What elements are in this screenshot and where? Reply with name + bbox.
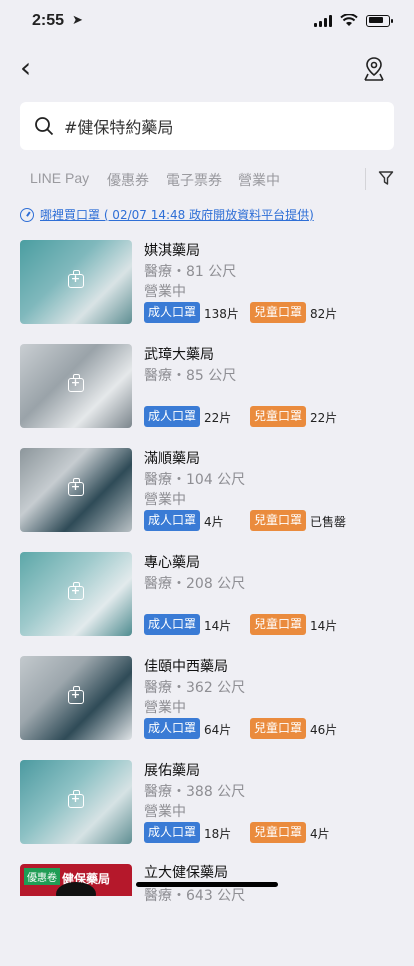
back-button[interactable]: ‹ [20, 54, 44, 84]
child-mask-count: 22片 [310, 411, 338, 425]
store-name: 專心藥局 [144, 555, 200, 571]
clock-icon [20, 207, 34, 222]
navigation-bar: ‹ [0, 50, 414, 90]
tab-e-ticket[interactable]: 電子票券 [166, 170, 222, 190]
map-pin-icon[interactable] [362, 55, 386, 83]
child-mask-badge: 兒童口罩 [250, 718, 307, 739]
store-thumbnail: 優惠卷 健保藥局 [20, 864, 132, 896]
adult-mask-badge: 成人口罩 [144, 718, 201, 739]
open-status: 營業中 [144, 284, 186, 300]
coupon-tag: 優惠卷 [24, 868, 60, 885]
store-thumbnail [20, 552, 132, 636]
child-mask-badge: 兒童口罩 [250, 406, 307, 427]
store-thumbnail [20, 760, 132, 844]
child-mask-count: 82片 [310, 307, 338, 321]
store-thumbnail [20, 656, 132, 740]
child-mask-count: 4片 [310, 827, 330, 841]
child-mask-badge: 兒童口罩 [250, 614, 307, 635]
list-item[interactable]: 滿順藥局醫療・104 公尺營業中成人口罩4片 兒童口罩已售罄 [0, 446, 414, 550]
store-name: 立大健保藥局 [144, 865, 228, 881]
status-bar: 2:55 ➤ [0, 0, 414, 44]
list-item[interactable]: 優惠卷 健保藥局 立大健保藥局 醫療・643 公尺 [0, 862, 414, 966]
adult-mask-badge: 成人口罩 [144, 614, 201, 635]
mask-stock: 成人口罩 18片 兒童口罩 4片 [144, 822, 404, 844]
location-arrow-icon: ➤ [72, 13, 83, 28]
list-item[interactable]: 專心藥局醫療・208 公尺成人口罩14片兒童口罩14片 [0, 550, 414, 654]
adult-mask-count: 22片 [204, 411, 232, 425]
mask-stock: 成人口罩 64片 兒童口罩 46片 [144, 718, 404, 740]
medical-kit-icon [68, 582, 84, 600]
list-item[interactable]: 武璋大藥局醫療・85 公尺成人口罩22片兒童口罩22片 [0, 342, 414, 446]
child-mask-count: 46片 [310, 723, 338, 737]
mask-stock: 成人口罩 22片 兒童口罩 22片 [144, 406, 404, 428]
signal-icon [314, 14, 332, 27]
child-mask-count: 14片 [310, 619, 338, 633]
store-name: 武璋大藥局 [144, 347, 214, 363]
adult-mask-badge: 成人口罩 [144, 302, 201, 323]
open-status: 營業中 [144, 700, 186, 716]
store-meta: 醫療・643 公尺 [144, 888, 246, 904]
data-source-link[interactable]: 哪裡買口罩 ( 02/07 14:48 政府開放資料平台提供) [20, 206, 314, 223]
store-meta: 醫療・388 公尺 [144, 784, 246, 800]
open-status: 營業中 [144, 804, 186, 820]
adult-mask-count: 138片 [204, 307, 239, 321]
open-status: 營業中 [144, 492, 186, 508]
child-mask-badge: 兒童口罩 [250, 822, 307, 843]
adult-mask-count: 14片 [204, 619, 232, 633]
filter-icon[interactable] [378, 170, 394, 186]
store-thumbnail [20, 344, 132, 428]
adult-mask-badge: 成人口罩 [144, 406, 201, 427]
adult-mask-badge: 成人口罩 [144, 822, 201, 843]
mask-stock: 成人口罩 14片 兒童口罩 14片 [144, 614, 404, 636]
store-thumbnail [20, 448, 132, 532]
mask-stock: 成人口罩 138片 兒童口罩 82片 [144, 302, 404, 324]
medical-kit-icon [68, 270, 84, 288]
data-source-text[interactable]: 哪裡買口罩 ( 02/07 14:48 政府開放資料平台提供) [40, 206, 314, 223]
battery-icon [366, 14, 393, 27]
child-mask-badge: 兒童口罩 [250, 302, 307, 323]
search-icon [35, 117, 54, 136]
medical-kit-icon [68, 374, 84, 392]
adult-mask-count: 4片 [204, 515, 224, 529]
adult-mask-badge: 成人口罩 [144, 510, 201, 531]
store-meta: 醫療・104 公尺 [144, 472, 246, 488]
filter-tabs: LINE Pay 優惠券 電子票券 營業中 [0, 160, 414, 198]
medical-kit-icon [68, 790, 84, 808]
medical-kit-icon [68, 686, 84, 704]
store-meta: 醫療・362 公尺 [144, 680, 246, 696]
store-meta: 醫療・81 公尺 [144, 264, 237, 280]
store-name: 滿順藥局 [144, 451, 200, 467]
child-mask-count: 已售罄 [310, 515, 347, 529]
store-thumbnail [20, 240, 132, 324]
store-name: 展佑藥局 [144, 763, 200, 779]
child-mask-badge: 兒童口罩 [250, 510, 307, 531]
medical-kit-icon [68, 478, 84, 496]
tab-coupon[interactable]: 優惠券 [107, 170, 149, 190]
list-item[interactable]: 娸淇藥局醫療・81 公尺營業中成人口罩138片兒童口罩82片 [0, 238, 414, 342]
wifi-icon [340, 14, 358, 26]
search-query[interactable]: #健保特約藥局 [64, 114, 173, 138]
status-time: 2:55 [32, 12, 65, 29]
mask-stock: 成人口罩 4片 兒童口罩 已售罄 [144, 510, 404, 532]
tab-divider [365, 168, 366, 190]
store-meta: 醫療・85 公尺 [144, 368, 237, 384]
adult-mask-count: 18片 [204, 827, 232, 841]
tab-line-pay[interactable]: LINE Pay [30, 170, 89, 186]
search-bar[interactable]: #健保特約藥局 [20, 102, 394, 150]
adult-mask-count: 64片 [204, 723, 232, 737]
home-indicator [136, 882, 278, 887]
store-name: 娸淇藥局 [144, 243, 200, 259]
list-item[interactable]: 展佑藥局醫療・388 公尺營業中成人口罩18片 兒童口罩4片 [0, 758, 414, 862]
tab-open-now[interactable]: 營業中 [238, 170, 280, 190]
store-meta: 醫療・208 公尺 [144, 576, 246, 592]
store-name: 佳頤中西藥局 [144, 659, 228, 675]
list-item[interactable]: 佳頤中西藥局醫療・362 公尺營業中成人口罩64片 兒童口罩46片 [0, 654, 414, 758]
